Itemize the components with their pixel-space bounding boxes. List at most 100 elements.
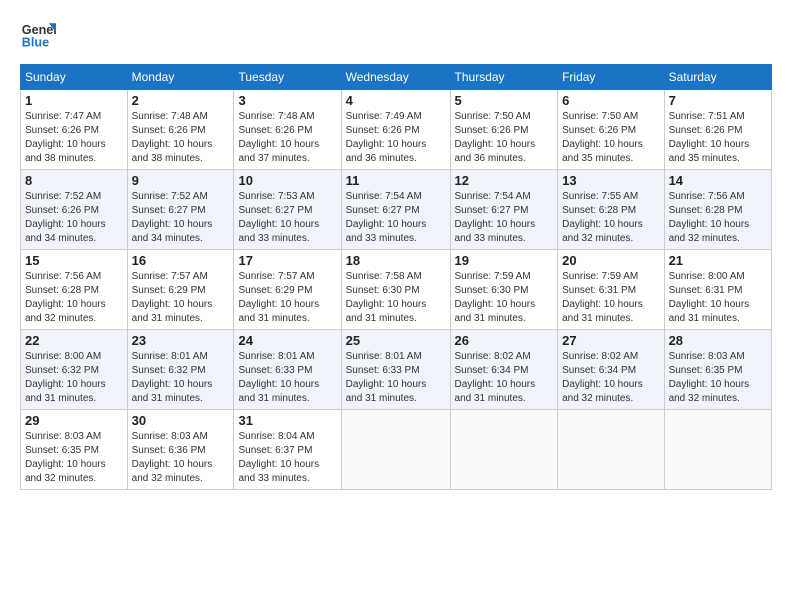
calendar-cell: 20Sunrise: 7:59 AM Sunset: 6:31 PM Dayli…	[558, 250, 664, 330]
calendar-cell: 18 Sunrise: 7:58 AM Sunset: 6:30 PM Dayli…	[341, 250, 450, 330]
header: General Blue	[20, 16, 772, 52]
calendar-cell: 6 Sunrise: 7:50 AM Sunset: 6:26 PM Daylig…	[558, 90, 664, 170]
calendar-cell: 12Sunrise: 7:54 AM Sunset: 6:27 PM Dayli…	[450, 170, 558, 250]
day-number: 19	[455, 253, 554, 268]
day-info: Sunrise: 7:57 AM Sunset: 6:29 PM Dayligh…	[132, 270, 230, 326]
calendar-cell: 29 Sunrise: 8:03 AM Sunset: 6:35 PM Dayli…	[21, 410, 128, 490]
calendar-cell: 16 Sunrise: 7:57 AM Sunset: 6:29 PM Dayli…	[127, 250, 234, 330]
day-number: 5	[455, 93, 554, 108]
day-info: Sunrise: 7:48 AM Sunset: 6:26 PM Dayligh…	[238, 110, 336, 166]
day-number: 8	[25, 173, 123, 188]
day-number: 17	[238, 253, 336, 268]
calendar-cell: 28 Sunrise: 8:03 AM Sunset: 6:35 PM Dayli…	[664, 330, 771, 410]
calendar-cell: 31Sunrise: 8:04 AM Sunset: 6:37 PM Dayli…	[234, 410, 341, 490]
day-number: 24	[238, 333, 336, 348]
day-info: Sunrise: 8:01 AM Sunset: 6:32 PM Dayligh…	[132, 350, 230, 406]
day-number: 16	[132, 253, 230, 268]
calendar-cell	[558, 410, 664, 490]
week-row-4: 22Sunrise: 8:00 AM Sunset: 6:32 PM Dayli…	[21, 330, 772, 410]
calendar-cell: 14 Sunrise: 7:56 AM Sunset: 6:28 PM Dayli…	[664, 170, 771, 250]
day-info: Sunrise: 8:04 AM Sunset: 6:37 PM Dayligh…	[238, 430, 336, 486]
day-number: 1	[25, 93, 123, 108]
day-number: 4	[346, 93, 446, 108]
day-info: Sunrise: 8:00 AM Sunset: 6:31 PM Dayligh…	[669, 270, 767, 326]
day-number: 25	[346, 333, 446, 348]
day-number: 13	[562, 173, 659, 188]
week-row-5: 29 Sunrise: 8:03 AM Sunset: 6:35 PM Dayli…	[21, 410, 772, 490]
calendar-cell: 8Sunrise: 7:52 AM Sunset: 6:26 PM Daylig…	[21, 170, 128, 250]
day-info: Sunrise: 7:49 AM Sunset: 6:26 PM Dayligh…	[346, 110, 446, 166]
day-info: Sunrise: 7:48 AM Sunset: 6:26 PM Dayligh…	[132, 110, 230, 166]
day-number: 23	[132, 333, 230, 348]
calendar-cell	[450, 410, 558, 490]
day-number: 27	[562, 333, 659, 348]
logo-icon: General Blue	[20, 16, 56, 52]
day-number: 14	[669, 173, 767, 188]
day-number: 22	[25, 333, 123, 348]
day-info: Sunrise: 7:59 AM Sunset: 6:30 PM Dayligh…	[455, 270, 554, 326]
calendar-cell: 10 Sunrise: 7:53 AM Sunset: 6:27 PM Dayli…	[234, 170, 341, 250]
day-info: Sunrise: 7:47 AM Sunset: 6:26 PM Dayligh…	[25, 110, 123, 166]
calendar-header-row: SundayMondayTuesdayWednesdayThursdayFrid…	[21, 65, 772, 90]
day-info: Sunrise: 8:01 AM Sunset: 6:33 PM Dayligh…	[346, 350, 446, 406]
day-number: 30	[132, 413, 230, 428]
week-row-2: 8Sunrise: 7:52 AM Sunset: 6:26 PM Daylig…	[21, 170, 772, 250]
calendar-cell: 13 Sunrise: 7:55 AM Sunset: 6:28 PM Dayli…	[558, 170, 664, 250]
day-number: 20	[562, 253, 659, 268]
calendar-cell: 22Sunrise: 8:00 AM Sunset: 6:32 PM Dayli…	[21, 330, 128, 410]
calendar-table: SundayMondayTuesdayWednesdayThursdayFrid…	[20, 64, 772, 490]
day-info: Sunrise: 7:50 AM Sunset: 6:26 PM Dayligh…	[562, 110, 659, 166]
day-info: Sunrise: 7:51 AM Sunset: 6:26 PM Dayligh…	[669, 110, 767, 166]
calendar-cell: 24Sunrise: 8:01 AM Sunset: 6:33 PM Dayli…	[234, 330, 341, 410]
day-number: 3	[238, 93, 336, 108]
day-number: 29	[25, 413, 123, 428]
day-info: Sunrise: 8:03 AM Sunset: 6:35 PM Dayligh…	[25, 430, 123, 486]
calendar-cell	[664, 410, 771, 490]
calendar-cell: 27Sunrise: 8:02 AM Sunset: 6:34 PM Dayli…	[558, 330, 664, 410]
calendar-body: 1 Sunrise: 7:47 AM Sunset: 6:26 PM Daylig…	[21, 90, 772, 490]
day-number: 26	[455, 333, 554, 348]
day-number: 7	[669, 93, 767, 108]
day-info: Sunrise: 7:54 AM Sunset: 6:27 PM Dayligh…	[346, 190, 446, 246]
calendar-cell: 1 Sunrise: 7:47 AM Sunset: 6:26 PM Daylig…	[21, 90, 128, 170]
calendar-cell: 17Sunrise: 7:57 AM Sunset: 6:29 PM Dayli…	[234, 250, 341, 330]
day-info: Sunrise: 8:03 AM Sunset: 6:36 PM Dayligh…	[132, 430, 230, 486]
header-friday: Friday	[558, 65, 664, 90]
day-info: Sunrise: 7:53 AM Sunset: 6:27 PM Dayligh…	[238, 190, 336, 246]
header-sunday: Sunday	[21, 65, 128, 90]
calendar-cell: 23 Sunrise: 8:01 AM Sunset: 6:32 PM Dayli…	[127, 330, 234, 410]
calendar-cell	[341, 410, 450, 490]
calendar-cell: 15Sunrise: 7:56 AM Sunset: 6:28 PM Dayli…	[21, 250, 128, 330]
day-info: Sunrise: 7:58 AM Sunset: 6:30 PM Dayligh…	[346, 270, 446, 326]
day-number: 28	[669, 333, 767, 348]
header-saturday: Saturday	[664, 65, 771, 90]
day-number: 2	[132, 93, 230, 108]
calendar-cell: 5 Sunrise: 7:50 AM Sunset: 6:26 PM Daylig…	[450, 90, 558, 170]
calendar-cell: 25 Sunrise: 8:01 AM Sunset: 6:33 PM Dayli…	[341, 330, 450, 410]
calendar-cell: 3 Sunrise: 7:48 AM Sunset: 6:26 PM Daylig…	[234, 90, 341, 170]
calendar-cell: 21Sunrise: 8:00 AM Sunset: 6:31 PM Dayli…	[664, 250, 771, 330]
day-info: Sunrise: 8:03 AM Sunset: 6:35 PM Dayligh…	[669, 350, 767, 406]
calendar-cell: 7 Sunrise: 7:51 AM Sunset: 6:26 PM Daylig…	[664, 90, 771, 170]
day-number: 10	[238, 173, 336, 188]
header-thursday: Thursday	[450, 65, 558, 90]
day-info: Sunrise: 7:55 AM Sunset: 6:28 PM Dayligh…	[562, 190, 659, 246]
day-info: Sunrise: 7:52 AM Sunset: 6:27 PM Dayligh…	[132, 190, 230, 246]
calendar-cell: 30 Sunrise: 8:03 AM Sunset: 6:36 PM Dayli…	[127, 410, 234, 490]
day-number: 18	[346, 253, 446, 268]
day-info: Sunrise: 7:50 AM Sunset: 6:26 PM Dayligh…	[455, 110, 554, 166]
day-number: 15	[25, 253, 123, 268]
week-row-1: 1 Sunrise: 7:47 AM Sunset: 6:26 PM Daylig…	[21, 90, 772, 170]
day-number: 12	[455, 173, 554, 188]
calendar-cell: 2 Sunrise: 7:48 AM Sunset: 6:26 PM Daylig…	[127, 90, 234, 170]
calendar-cell: 19 Sunrise: 7:59 AM Sunset: 6:30 PM Dayli…	[450, 250, 558, 330]
logo: General Blue	[20, 16, 56, 52]
week-row-3: 15Sunrise: 7:56 AM Sunset: 6:28 PM Dayli…	[21, 250, 772, 330]
day-number: 6	[562, 93, 659, 108]
day-info: Sunrise: 8:02 AM Sunset: 6:34 PM Dayligh…	[455, 350, 554, 406]
calendar-cell: 11 Sunrise: 7:54 AM Sunset: 6:27 PM Dayli…	[341, 170, 450, 250]
day-number: 11	[346, 173, 446, 188]
header-wednesday: Wednesday	[341, 65, 450, 90]
day-info: Sunrise: 7:56 AM Sunset: 6:28 PM Dayligh…	[669, 190, 767, 246]
calendar-cell: 26 Sunrise: 8:02 AM Sunset: 6:34 PM Dayli…	[450, 330, 558, 410]
